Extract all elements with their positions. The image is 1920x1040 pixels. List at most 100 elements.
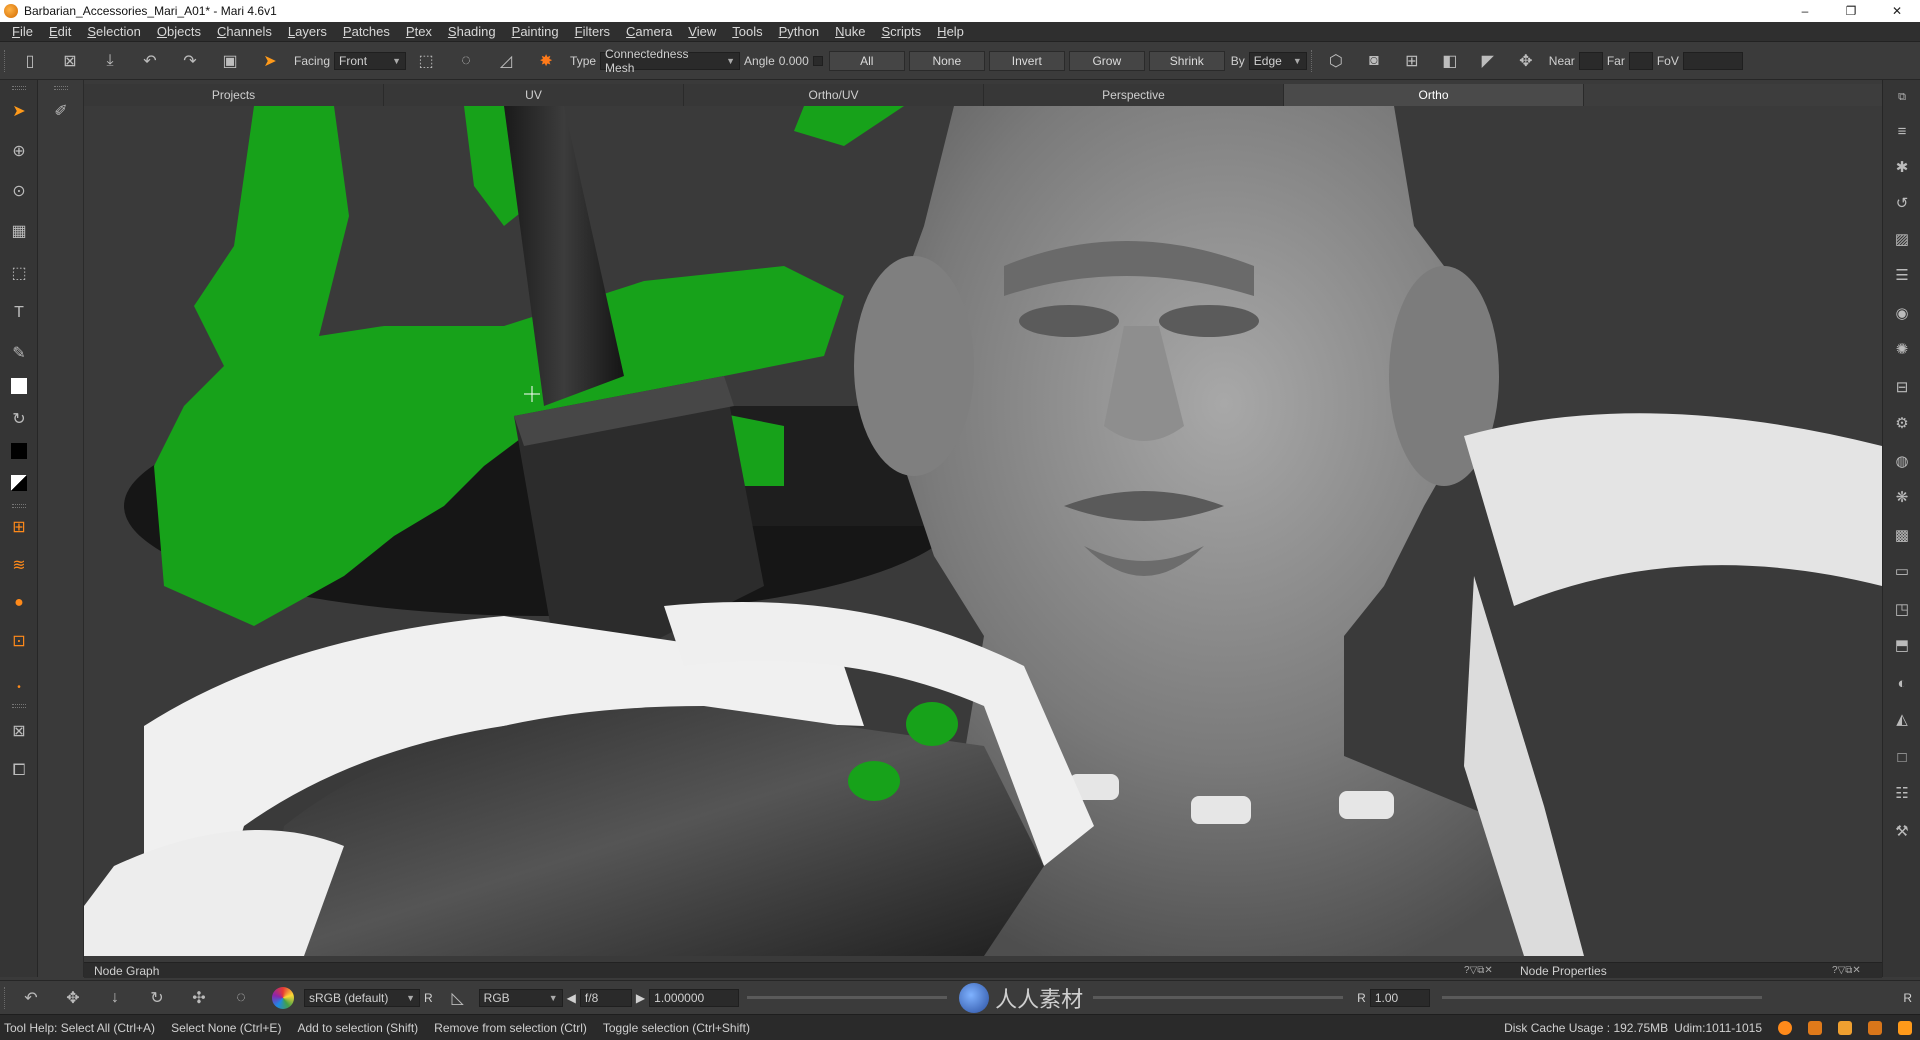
- mesh-select-icon[interactable]: ✸: [535, 50, 557, 72]
- light-bulb-icon[interactable]: ◉: [1891, 302, 1913, 324]
- colorspace-dropdown[interactable]: sRGB (default) ▼: [304, 988, 420, 1007]
- panel-controls-icon[interactable]: ?▽⧉✕: [1832, 965, 1861, 976]
- lut-icon[interactable]: ◺: [447, 987, 469, 1009]
- colorspace-flag[interactable]: R: [424, 991, 433, 1005]
- dot-icon[interactable]: •: [8, 676, 30, 698]
- image-manager-icon[interactable]: ▨: [1891, 228, 1913, 250]
- select-region-icon[interactable]: ⬚: [8, 262, 30, 284]
- exposure-input[interactable]: 1.000000: [649, 988, 740, 1007]
- menu-channels[interactable]: Channels: [209, 22, 280, 42]
- menu-shading[interactable]: Shading: [440, 22, 504, 42]
- toolbar-grip[interactable]: [4, 986, 6, 1009]
- polygon-select-icon[interactable]: ◿: [495, 50, 517, 72]
- close-project-icon[interactable]: ⊠: [59, 50, 81, 72]
- gain-input[interactable]: 1.00: [1369, 988, 1430, 1007]
- settings-icon[interactable]: ⚙: [1891, 412, 1913, 434]
- shaders-icon[interactable]: ◳: [1891, 598, 1913, 620]
- angle-checkbox[interactable]: [812, 55, 823, 66]
- fstop-left-arrow-icon[interactable]: ◀: [567, 991, 576, 1005]
- menu-ptex[interactable]: Ptex: [398, 22, 440, 42]
- channel-dropdown[interactable]: RGB ▼: [478, 988, 563, 1007]
- nodes-icon[interactable]: ✱: [1891, 156, 1913, 178]
- cache-icon[interactable]: [1838, 1021, 1852, 1035]
- tab-ortho-uv[interactable]: Ortho/UV: [684, 84, 984, 106]
- menu-view[interactable]: View: [680, 22, 724, 42]
- lasso-select-icon[interactable]: ◌: [455, 50, 477, 72]
- texture-sets-icon[interactable]: ⬒: [1891, 634, 1913, 656]
- color-wheel-icon[interactable]: [272, 986, 294, 1009]
- facing-dropdown[interactable]: Front ▼: [334, 51, 407, 70]
- swap-colors-icon[interactable]: ↻: [8, 408, 30, 430]
- menu-nuke[interactable]: Nuke: [827, 22, 873, 42]
- fov-input[interactable]: [1682, 51, 1743, 70]
- menu-camera[interactable]: Camera: [618, 22, 680, 42]
- wireframe-icon[interactable]: ⬡: [1325, 50, 1347, 72]
- mask-icon[interactable]: ⊠: [8, 720, 30, 742]
- tab-ortho[interactable]: Ortho: [1284, 84, 1584, 106]
- channels-icon[interactable]: ☰: [1891, 264, 1913, 286]
- tool-properties-icon[interactable]: ⊟: [1891, 376, 1913, 398]
- layers-status-icon[interactable]: [1868, 1021, 1882, 1035]
- far-input[interactable]: [1628, 51, 1653, 70]
- transform-icon[interactable]: ✥: [1515, 50, 1537, 72]
- orbit-icon[interactable]: ✣: [188, 987, 210, 1009]
- stack-icon[interactable]: ☷: [1891, 782, 1913, 804]
- fstop-right-arrow-icon[interactable]: ▶: [636, 991, 645, 1005]
- target-icon[interactable]: ⊕: [8, 140, 30, 162]
- grid-icon[interactable]: ▦: [8, 220, 30, 242]
- tab-perspective[interactable]: Perspective: [984, 84, 1284, 106]
- gain-slider[interactable]: [1441, 996, 1762, 999]
- gain-track[interactable]: [1093, 996, 1344, 999]
- angle-value[interactable]: 0.000: [779, 54, 809, 68]
- marquee-select-icon[interactable]: ⬚: [415, 50, 437, 72]
- 3d-viewport[interactable]: [84, 106, 1882, 956]
- fstop-input[interactable]: f/8: [579, 988, 632, 1007]
- shader-ball-icon[interactable]: ●: [8, 592, 30, 614]
- menu-help[interactable]: Help: [929, 22, 972, 42]
- zoom-icon[interactable]: ⊙: [8, 180, 30, 202]
- layers-tool-icon[interactable]: ≋: [8, 554, 30, 576]
- arrow-select-icon[interactable]: ➤: [8, 100, 30, 122]
- menu-selection[interactable]: Selection: [79, 22, 148, 42]
- pan-icon[interactable]: ✥: [62, 987, 84, 1009]
- menu-edit[interactable]: Edit: [41, 22, 79, 42]
- tab-projects[interactable]: Projects: [84, 84, 384, 106]
- menu-tools[interactable]: Tools: [724, 22, 770, 42]
- maximize-button[interactable]: ❐: [1828, 0, 1874, 22]
- panel-controls-icon[interactable]: ?▽⧉✕: [1464, 965, 1493, 976]
- exposure-slider[interactable]: [747, 996, 948, 999]
- grow-selection-button[interactable]: Grow: [1068, 50, 1145, 71]
- new-project-icon[interactable]: ▯: [19, 50, 41, 72]
- lock-icon[interactable]: [1898, 1021, 1912, 1035]
- patches-icon[interactable]: ▩: [1891, 524, 1913, 546]
- snapshots-icon[interactable]: ▭: [1891, 560, 1913, 582]
- focus-icon[interactable]: ◌: [230, 987, 252, 1009]
- history-icon[interactable]: ↺: [1891, 192, 1913, 214]
- select-none-button[interactable]: None: [908, 50, 985, 71]
- undo-icon[interactable]: ↶: [139, 50, 161, 72]
- snapshot-icon[interactable]: ◙: [1363, 50, 1385, 72]
- shrink-selection-button[interactable]: Shrink: [1148, 50, 1225, 71]
- undo-view-icon[interactable]: ↶: [20, 987, 42, 1009]
- select-all-button[interactable]: All: [828, 50, 905, 71]
- tools-gear-icon[interactable]: ⚒: [1891, 820, 1913, 842]
- status-orb-icon[interactable]: [1778, 1021, 1792, 1035]
- right-flag[interactable]: R: [1903, 991, 1912, 1005]
- toolbar-grip[interactable]: [12, 86, 26, 90]
- colors-icon[interactable]: ◐: [1891, 672, 1913, 694]
- frame-palette-icon[interactable]: □: [1891, 746, 1913, 768]
- node-properties-label[interactable]: Node Properties: [1520, 964, 1607, 978]
- color-pair-icon[interactable]: [8, 472, 30, 494]
- archive-icon[interactable]: ▣: [219, 50, 241, 72]
- light-icon[interactable]: ◤: [1477, 50, 1499, 72]
- save-icon[interactable]: ⤓: [99, 50, 121, 72]
- menu-patches[interactable]: Patches: [335, 22, 398, 42]
- invert-selection-button[interactable]: Invert: [988, 50, 1065, 71]
- menu-painting[interactable]: Painting: [504, 22, 567, 42]
- redo-icon[interactable]: ↷: [179, 50, 201, 72]
- text-tool-icon[interactable]: T: [8, 302, 30, 324]
- near-input[interactable]: [1578, 51, 1603, 70]
- menu-filters[interactable]: Filters: [567, 22, 618, 42]
- objects-icon[interactable]: ◍: [1891, 450, 1913, 472]
- gradient-icon[interactable]: ◭: [1891, 708, 1913, 730]
